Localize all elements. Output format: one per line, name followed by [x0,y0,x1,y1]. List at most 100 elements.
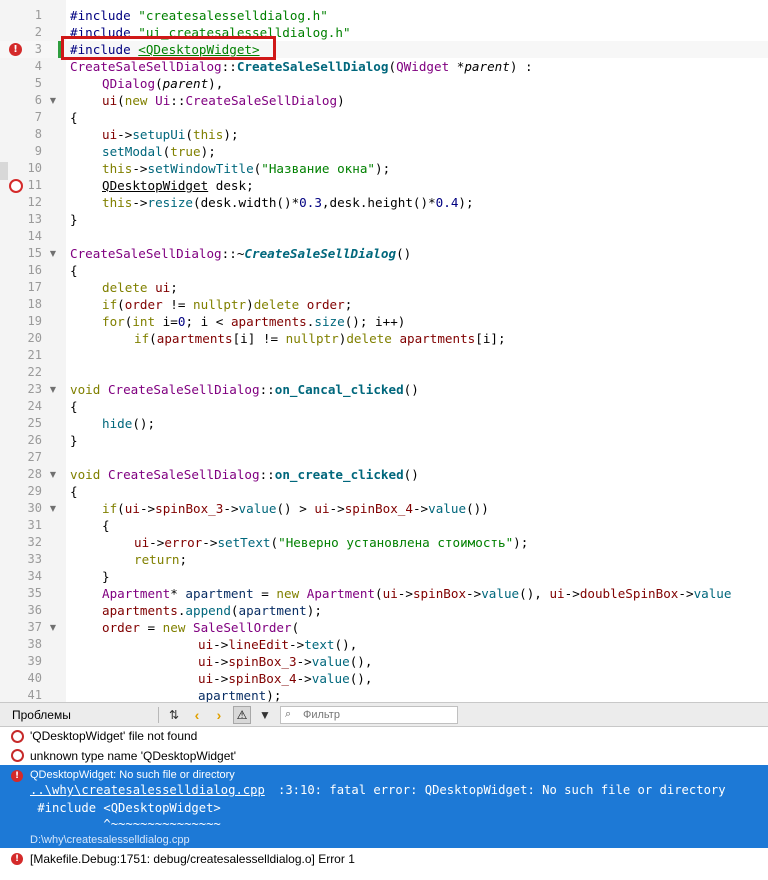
code-token: ); [375,161,391,176]
line-number: 2 [34,25,42,39]
code-line[interactable]: 28 ▼ void CreateSaleSellDialog::on_create_… [0,466,768,483]
code-line[interactable]: 36 apartments.append(apartment); [0,602,768,619]
code-token: (), [349,671,373,686]
code-token: -> [296,671,312,686]
fold-toggle-icon[interactable]: ▼ [48,500,58,517]
code-line[interactable]: 7{ [0,109,768,126]
code-token: value [428,501,467,516]
code-line[interactable]: 26} [0,432,768,449]
code-line[interactable]: 20 if(apartments[i] != nullptr)delete apa… [0,330,768,347]
code-line[interactable]: 6 ▼ ui(new Ui::CreateSaleSellDialog) [0,92,768,109]
code-line[interactable]: 14 [0,228,768,245]
code-line[interactable]: 30 ▼ if(ui->spinBox_3->value() > ui->spinB… [0,500,768,517]
code-token: "Неверно установлена стоимость" [278,535,514,550]
code-token: delete [102,280,148,295]
code-line[interactable]: 34} [0,568,768,585]
warning-filter-icon[interactable]: ⚠ [233,706,251,724]
code-line[interactable]: 39 ui->spinBox_3->value(), [0,653,768,670]
code-token: new [124,93,148,108]
line-number: 36 [27,603,42,617]
code-line[interactable]: 27 [0,449,768,466]
problem-item[interactable]: unknown type name 'QDesktopWidget' [0,746,768,765]
fold-toggle-icon[interactable]: ▼ [48,381,58,398]
next-arrow-icon[interactable]: › [210,706,228,724]
code-line[interactable]: 32 ui->error->setText("Неверно установлен… [0,534,768,551]
code-token: ui [102,93,118,108]
fold-toggle-icon[interactable]: ▼ [48,92,58,109]
line-number: 5 [34,76,42,90]
code-token: "Название окна" [261,161,375,176]
filter-input[interactable] [303,708,453,722]
code-text: order = new SaleSellOrder( [70,619,299,636]
code-token: ,desk.height()* [321,195,436,210]
code-line[interactable]: 31 { [0,517,768,534]
line-number: 1 [34,8,42,22]
code-line[interactable]: 23 ▼ void CreateSaleSellDialog::on_Cancal_… [0,381,768,398]
code-token: order [102,620,140,635]
problem-item[interactable]: ! [Makefile.Debug:1751: debug/createsale… [0,849,768,869]
code-line[interactable]: 25 hide(); [0,415,768,432]
code-line[interactable]: 19 for(int i=0; i < apartments.size(); i+… [0,313,768,330]
code-line[interactable]: 33 return; [0,551,768,568]
code-editor[interactable]: 1 #include "createsalesselldialog.h" 2 #inc… [0,0,768,702]
code-text: apartment); [70,687,281,702]
problem-item[interactable]: 'QDesktopWidget' file not found [0,727,768,745]
code-line[interactable]: 22 [0,364,768,381]
code-line[interactable]: 29 { [0,483,768,500]
code-line[interactable]: 4 CreateSaleSellDialog::CreateSaleSellDia… [0,58,768,75]
line-number: 25 [27,416,42,430]
code-line[interactable]: 35 Apartment* apartment = new Apartment(u… [0,585,768,602]
prev-arrow-icon[interactable]: ‹ [188,706,206,724]
code-line[interactable]: 5 QDialog(parent), [0,75,768,92]
code-line[interactable]: 38 ui->lineEdit->text(), [0,636,768,653]
code-token: -> [149,535,165,550]
problem-item-selected[interactable]: ! QDesktopWidget: No such file or direct… [0,765,768,848]
code-text: } [70,432,78,449]
code-token: ; [179,552,188,567]
code-line[interactable]: 12 this->resize(desk.width()*0.3,desk.hei… [0,194,768,211]
code-line[interactable]: 8 ui->setupUi(this); [0,126,768,143]
code-line[interactable]: 21 [0,347,768,364]
code-token: ), [208,76,224,91]
code-line[interactable]: 9 setModal(true); [0,143,768,160]
code-line[interactable]: 41 apartment); [0,687,768,702]
problem-file-link[interactable]: ..\why\createsalesselldialog.cpp [30,783,265,797]
code-text: ui->spinBox_4->value(), [70,670,372,687]
code-line[interactable]: 13} [0,211,768,228]
code-line[interactable]: 16 { [0,262,768,279]
code-line[interactable]: 11 QDesktopWidget desk; [0,177,768,194]
code-token: ); [306,603,322,618]
code-line[interactable]: 1 #include "createsalesselldialog.h" [0,7,768,24]
code-line[interactable]: 15 ▼ CreateSaleSellDialog::~CreateSaleSell… [0,245,768,262]
code-line[interactable]: 37 ▼ order = new SaleSellOrder( [0,619,768,636]
code-line[interactable]: 17 delete ui; [0,279,768,296]
code-text: ui->setupUi(this); [70,126,239,143]
problem-text: QDesktopWidget: No such file or director… [30,769,235,781]
code-token: -> [139,501,156,516]
code-token: * [449,59,465,74]
code-line[interactable]: 40 ui->spinBox_4->value(), [0,670,768,687]
code-token: Ui [155,93,171,108]
code-line[interactable]: 10 this->setWindowTitle("Название окна"); [0,160,768,177]
filter-field[interactable]: ⌕ [280,706,458,724]
sort-icon[interactable]: ⇅ [165,706,183,724]
code-text: { [70,398,78,415]
fold-toggle-icon[interactable]: ▼ [48,466,58,483]
code-token: "createsalesselldialog.h" [138,8,328,23]
code-token: ) [337,93,345,108]
fold-toggle-icon[interactable]: ▼ [48,619,58,636]
code-token: ( [291,620,300,635]
line-number: 3 [34,42,42,56]
code-line[interactable]: 18 if(order != nullptr)delete order; [0,296,768,313]
code-token: { [70,484,78,499]
code-text: if(ui->spinBox_3->value() > ui->spinBox_… [70,500,489,517]
code-token: new [276,586,300,601]
error-solid-icon: ! [11,770,23,782]
code-line[interactable]: 24 { [0,398,768,415]
funnel-icon[interactable]: ▼ [256,706,274,724]
line-number: 32 [27,535,42,549]
code-token: setText [217,535,271,550]
fold-toggle-icon[interactable]: ▼ [48,245,58,262]
code-token: } [70,212,78,227]
code-token: value [693,586,732,601]
